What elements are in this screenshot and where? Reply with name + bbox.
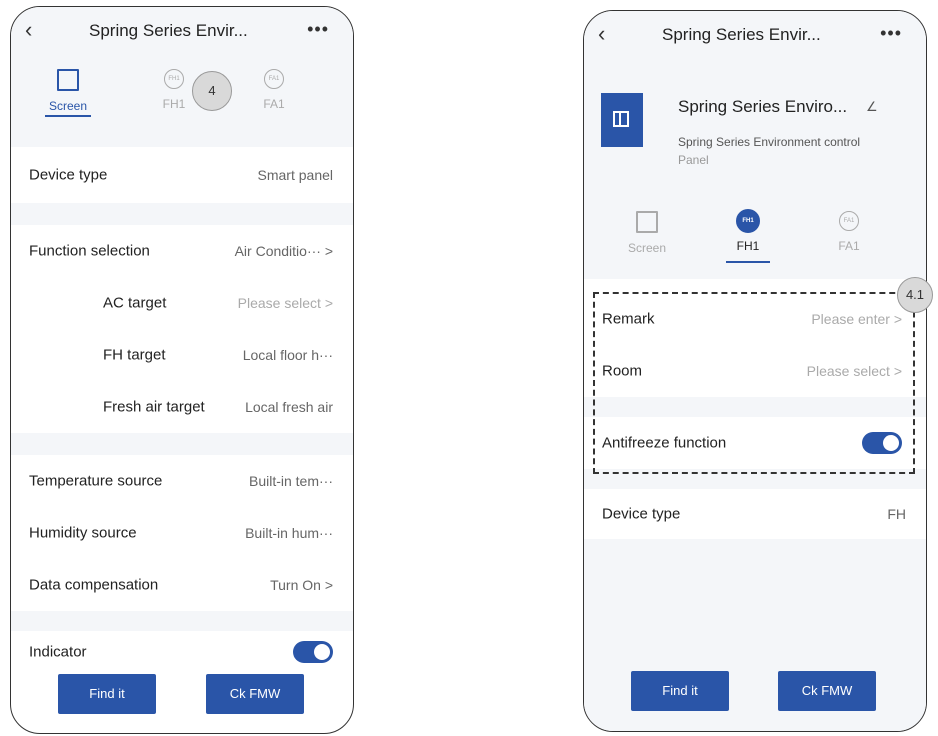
screen-icon: [636, 211, 658, 233]
circle-icon: FH1: [164, 69, 184, 89]
row-value: Built-in hum···: [245, 525, 333, 541]
check-firmware-button[interactable]: Ck FMW: [778, 671, 876, 711]
section-gap: [11, 611, 353, 631]
tab-label: FA1: [263, 97, 285, 111]
check-firmware-button[interactable]: Ck FMW: [206, 674, 304, 714]
row-label: Device type: [29, 166, 108, 184]
header: ‹ Spring Series Envir... •••: [584, 11, 926, 63]
circle-icon: FA1: [839, 211, 859, 231]
circle-icon: FH1: [736, 209, 760, 233]
section-gap: [11, 433, 353, 455]
callout-marker: 4.1: [897, 277, 933, 313]
row-label: Data compensation: [29, 576, 159, 594]
header: ‹ Spring Series Envir... •••: [11, 7, 353, 59]
chevron-left-icon[interactable]: ‹: [25, 17, 32, 43]
more-icon[interactable]: •••: [307, 19, 329, 40]
panel-icon: [601, 93, 643, 147]
tab-fh1[interactable]: FH1 FH1: [713, 209, 783, 253]
tab-bar: Screen FH1 FH1 FA1 FA1: [584, 189, 926, 279]
device-description: Spring Series Environment control: [678, 135, 861, 149]
device-description-line2: Panel: [678, 153, 709, 167]
row-value: Please select >: [237, 295, 333, 311]
screen-icon: [57, 69, 79, 91]
pencil-icon[interactable]: ∠: [866, 99, 878, 115]
row-value: Built-in tem···: [248, 473, 333, 489]
tab-fa1[interactable]: FA1 FA1: [814, 211, 884, 253]
tab-label: FA1: [838, 239, 860, 253]
highlight-box: [593, 292, 915, 474]
row-value: Air Conditio··· >: [234, 243, 333, 259]
more-icon[interactable]: •••: [880, 23, 902, 44]
tab-active-indicator: [726, 261, 770, 263]
row-label: Temperature source: [29, 472, 163, 490]
device-card: Spring Series Enviro... ∠ Spring Series …: [584, 63, 926, 189]
tab-label: FH1: [736, 239, 760, 253]
tab-label: Screen: [627, 241, 667, 255]
phone-screen-fh1-settings: ‹ Spring Series Envir... ••• Spring Seri…: [583, 10, 927, 732]
tab-fa1[interactable]: FA1 FA1: [239, 69, 309, 111]
tab-label: Screen: [48, 99, 88, 113]
tab-active-indicator: [45, 115, 91, 117]
row-fh-target[interactable]: FH target Local floor h···: [11, 329, 353, 382]
row-value: FH: [887, 506, 906, 522]
page-title: Spring Series Envir...: [662, 25, 821, 44]
row-temperature-source[interactable]: Temperature source Built-in tem···: [11, 455, 353, 508]
tab-screen[interactable]: Screen: [33, 69, 103, 113]
device-name: Spring Series Enviro...: [678, 97, 848, 116]
tab-bar: Screen FH1 FH1 FA1 FA1: [11, 59, 353, 147]
row-value: Turn On >: [270, 577, 333, 593]
row-ac-target[interactable]: AC target Please select >: [11, 277, 353, 330]
row-function-selection[interactable]: Function selection Air Conditio··· >: [11, 225, 353, 278]
row-device-type: Device type Smart panel: [11, 147, 353, 204]
row-device-type: Device type FH: [584, 489, 926, 539]
phone-screen-device-settings: ‹ Spring Series Envir... ••• Screen FH1 …: [10, 6, 354, 734]
callout-marker: 4: [192, 71, 232, 111]
row-label: AC target: [103, 294, 167, 312]
section-gap: [11, 203, 353, 225]
row-label: FH target: [103, 346, 166, 364]
row-fresh-air-target[interactable]: Fresh air target Local fresh air: [11, 381, 353, 434]
row-humidity-source[interactable]: Humidity source Built-in hum···: [11, 507, 353, 560]
page-title: Spring Series Envir...: [89, 21, 248, 40]
row-indicator: Indicator: [11, 631, 353, 673]
row-value: Local floor h···: [242, 347, 333, 363]
tab-screen[interactable]: Screen: [612, 211, 682, 255]
row-label: Device type: [602, 505, 681, 523]
circle-icon: FA1: [264, 69, 284, 89]
row-value: Smart panel: [257, 167, 333, 183]
find-it-button[interactable]: Find it: [58, 674, 156, 714]
row-value: Local fresh air: [245, 399, 333, 415]
row-label: Function selection: [29, 242, 150, 260]
row-data-compensation[interactable]: Data compensation Turn On >: [11, 559, 353, 612]
find-it-button[interactable]: Find it: [631, 671, 729, 711]
row-label: Humidity source: [29, 524, 137, 542]
chevron-left-icon[interactable]: ‹: [598, 21, 605, 47]
indicator-toggle[interactable]: [293, 641, 333, 663]
row-label: Indicator: [29, 643, 87, 661]
row-label: Fresh air target: [103, 398, 205, 416]
